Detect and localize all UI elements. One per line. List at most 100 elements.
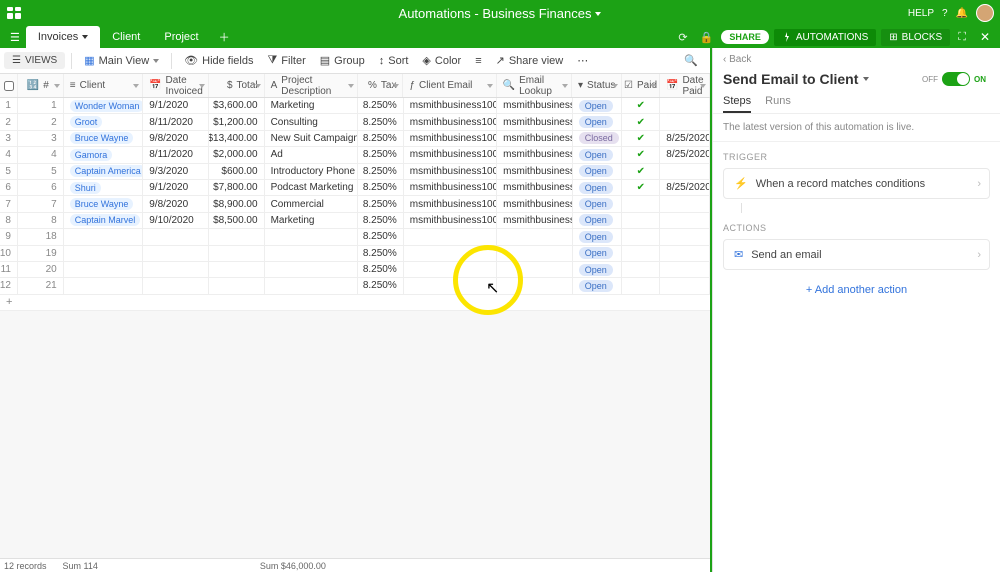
- cell-date-invoiced[interactable]: 9/8/2020: [143, 131, 209, 146]
- cell-date-invoiced[interactable]: 8/11/2020: [143, 114, 209, 129]
- cell-paid[interactable]: ✔: [622, 180, 660, 195]
- cell-tax[interactable]: 8.250%: [358, 114, 404, 129]
- cell-status[interactable]: Open: [573, 147, 623, 162]
- col-header-paid[interactable]: ☑ Paid: [622, 74, 660, 97]
- history-icon[interactable]: ⟳: [674, 31, 691, 44]
- col-header-description[interactable]: A Project Description: [265, 74, 358, 97]
- cell-client[interactable]: Captain Marvel: [64, 213, 144, 228]
- cell-num[interactable]: 5: [18, 164, 64, 179]
- hide-fields-button[interactable]: 👁 Hide fields: [178, 51, 259, 70]
- cell-status[interactable]: Open: [573, 98, 623, 113]
- cell-description[interactable]: Commercial: [265, 196, 358, 211]
- automations-button[interactable]: AUTOMATIONS: [774, 29, 876, 46]
- page-title[interactable]: Automations - Business Finances: [399, 6, 602, 21]
- cell-date-invoiced[interactable]: 9/8/2020: [143, 196, 209, 211]
- cell-num[interactable]: 3: [18, 131, 64, 146]
- cell-email-lookup[interactable]: [497, 229, 573, 244]
- cell-date-paid[interactable]: 8/25/2020: [660, 180, 710, 195]
- cell-total[interactable]: $3,600.00: [209, 98, 265, 113]
- table-row[interactable]: 5 5 Captain America 9/3/2020 $600.00 Int…: [0, 164, 710, 180]
- cell-num[interactable]: 18: [18, 229, 64, 244]
- cell-date-invoiced[interactable]: 9/10/2020: [143, 213, 209, 228]
- cell-paid[interactable]: [622, 246, 660, 261]
- add-tab-button[interactable]: ＋: [211, 29, 238, 45]
- cell-total[interactable]: $600.00: [209, 164, 265, 179]
- table-row[interactable]: 7 7 Bruce Wayne 9/8/2020 $8,900.00 Comme…: [0, 196, 710, 212]
- cell-num[interactable]: 7: [18, 196, 64, 211]
- cell-email-lookup[interactable]: msmithbusiness100@…: [497, 114, 573, 129]
- col-header-date-invoiced[interactable]: 📅 Date Invoiced: [143, 74, 209, 97]
- cell-client[interactable]: [64, 246, 144, 261]
- cell-email-lookup[interactable]: msmithbusiness100@…: [497, 213, 573, 228]
- cell-paid[interactable]: ✔: [622, 114, 660, 129]
- col-header-email-lookup[interactable]: 🔍 Email Lookup: [497, 74, 572, 97]
- cell-status[interactable]: Open: [573, 180, 623, 195]
- cell-tax[interactable]: 8.250%: [358, 180, 404, 195]
- cell-tax[interactable]: 8.250%: [358, 213, 404, 228]
- lock-icon[interactable]: 🔒: [696, 31, 718, 44]
- cell-date-paid[interactable]: [660, 246, 710, 261]
- cell-date-invoiced[interactable]: [143, 246, 209, 261]
- cell-client-email[interactable]: msmithbusiness100@gmail…: [404, 147, 497, 162]
- cell-date-invoiced[interactable]: [143, 229, 209, 244]
- cell-email-lookup[interactable]: msmithbusiness100@…: [497, 131, 573, 146]
- table-row[interactable]: 6 6 Shuri 9/1/2020 $7,800.00 Podcast Mar…: [0, 180, 710, 196]
- cell-client[interactable]: Captain America: [64, 164, 144, 179]
- expand-icon[interactable]: ⛶: [954, 31, 970, 44]
- col-header-total[interactable]: $ Total: [209, 74, 265, 97]
- cell-description[interactable]: Introductory Phone Call: [265, 164, 358, 179]
- cell-tax[interactable]: 8.250%: [358, 246, 404, 261]
- close-panel-button[interactable]: ✕: [974, 30, 996, 44]
- cell-client-email[interactable]: msmithbusiness100@gmail…: [404, 131, 497, 146]
- cell-date-paid[interactable]: [660, 114, 710, 129]
- cell-paid[interactable]: [622, 229, 660, 244]
- help-link[interactable]: HELP: [908, 8, 934, 19]
- cell-email-lookup[interactable]: msmithbusiness100@…: [497, 164, 573, 179]
- cell-date-invoiced[interactable]: 8/11/2020: [143, 147, 209, 162]
- cell-tax[interactable]: 8.250%: [358, 229, 404, 244]
- cell-total[interactable]: $8,500.00: [209, 213, 265, 228]
- views-button[interactable]: ☰ VIEWS: [4, 52, 65, 69]
- table-row[interactable]: 3 3 Bruce Wayne 9/8/2020 $13,400.00 New …: [0, 131, 710, 147]
- cell-tax[interactable]: 8.250%: [358, 98, 404, 113]
- cell-description[interactable]: Marketing: [265, 213, 358, 228]
- cell-paid[interactable]: [622, 196, 660, 211]
- cell-client-email[interactable]: msmithbusiness100@gmail…: [404, 164, 497, 179]
- more-button[interactable]: ⋯: [571, 51, 594, 70]
- cell-num[interactable]: 20: [18, 262, 64, 277]
- menu-icon[interactable]: ☰: [4, 31, 26, 44]
- cell-email-lookup[interactable]: [497, 246, 573, 261]
- col-header-tax[interactable]: % Tax: [358, 74, 404, 97]
- main-view-button[interactable]: ▦ Main View: [78, 51, 165, 70]
- col-header-status[interactable]: ▾ Status: [572, 74, 622, 97]
- table-row[interactable]: 2 2 Groot 8/11/2020 $1,200.00 Consulting…: [0, 114, 710, 130]
- cell-client[interactable]: [64, 262, 144, 277]
- cell-paid[interactable]: ✔: [622, 147, 660, 162]
- row-height-button[interactable]: ≡: [469, 52, 487, 70]
- cell-client[interactable]: Wonder Woman: [64, 98, 144, 113]
- cell-email-lookup[interactable]: msmithbusiness100@…: [497, 180, 573, 195]
- cell-client-email[interactable]: msmithbusiness100@gmail…: [404, 196, 497, 211]
- cell-num[interactable]: 8: [18, 213, 64, 228]
- cell-email-lookup[interactable]: msmithbusiness100@…: [497, 196, 573, 211]
- select-all-checkbox[interactable]: [0, 74, 18, 97]
- cell-description[interactable]: Consulting: [265, 114, 358, 129]
- table-row[interactable]: 1 1 Wonder Woman 9/1/2020 $3,600.00 Mark…: [0, 98, 710, 114]
- cell-total[interactable]: [209, 278, 265, 293]
- cell-email-lookup[interactable]: [497, 262, 573, 277]
- tab-invoices[interactable]: Invoices: [26, 26, 100, 48]
- cell-status[interactable]: Open: [573, 278, 623, 293]
- cell-client-email[interactable]: [404, 262, 497, 277]
- table-row[interactable]: 8 8 Captain Marvel 9/10/2020 $8,500.00 M…: [0, 213, 710, 229]
- cell-status[interactable]: Open: [573, 262, 623, 277]
- add-action-button[interactable]: + Add another action: [713, 274, 1000, 306]
- blocks-button[interactable]: ⊞ BLOCKS: [881, 29, 950, 46]
- action-card[interactable]: ✉ Send an email ›: [723, 239, 990, 270]
- cell-client[interactable]: [64, 278, 144, 293]
- cell-date-invoiced[interactable]: 9/1/2020: [143, 98, 209, 113]
- cell-tax[interactable]: 8.250%: [358, 131, 404, 146]
- share-view-button[interactable]: ↗ Share view: [490, 51, 570, 70]
- cell-description[interactable]: Ad: [265, 147, 358, 162]
- tab-client[interactable]: Client: [100, 26, 152, 48]
- cell-date-paid[interactable]: 8/25/2020: [660, 147, 710, 162]
